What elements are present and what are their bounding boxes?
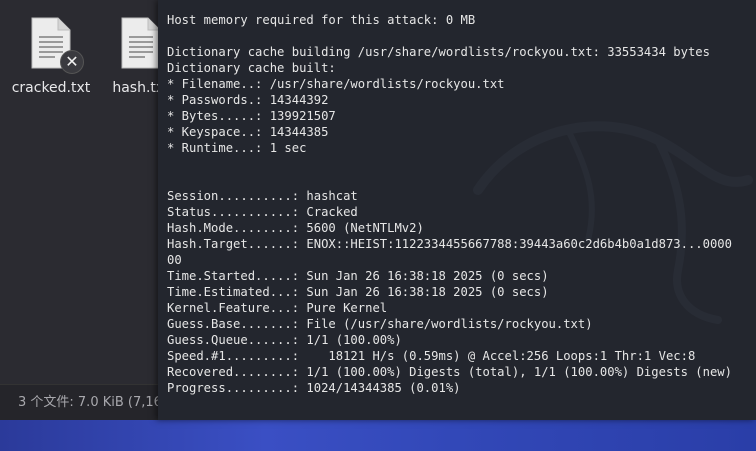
terminal-line: Hash.Mode........: 5600 (NetNTLMv2) (167, 221, 424, 235)
terminal-line: Guess.Base.......: File (/usr/share/word… (167, 317, 593, 331)
terminal-output: Host memory required for this attack: 0 … (167, 12, 756, 396)
file-name: cracked.txt (11, 80, 91, 96)
terminal-line: * Passwords.: 14344392 (167, 93, 329, 107)
desktop-wallpaper (0, 420, 756, 451)
file-item-cracked[interactable]: ✕ cracked.txt (6, 12, 96, 96)
file-manager-window: ✕ cracked.txt hash.txt 3 个文件: 7.0 KiB (7… (0, 0, 180, 420)
terminal-window[interactable]: Host memory required for this attack: 0 … (158, 0, 756, 420)
terminal-line: Dictionary cache built: (167, 61, 336, 75)
terminal-line: Status...........: Cracked (167, 205, 358, 219)
terminal-line: Session..........: hashcat (167, 189, 358, 203)
terminal-line: * Bytes.....: 139921507 (167, 109, 336, 123)
terminal-line: * Keyspace..: 14344385 (167, 125, 329, 139)
text-file-icon (120, 16, 162, 70)
status-bar: 3 个文件: 7.0 KiB (7,16 (0, 384, 180, 420)
terminal-line: Time.Started.....: Sun Jan 26 16:38:18 2… (167, 269, 549, 283)
terminal-line: Kernel.Feature...: Pure Kernel (167, 301, 388, 315)
terminal-line: Speed.#1.........: 18121 H/s (0.59ms) @ … (167, 349, 696, 363)
terminal-line: Recovered........: 1/1 (100.00%) Digests… (167, 365, 732, 379)
terminal-line: Hash.Target......: ENOX::HEIST:112233445… (167, 237, 732, 251)
terminal-line: Dictionary cache building /usr/share/wor… (167, 45, 710, 59)
terminal-line: Progress.........: 1024/14344385 (0.01%) (167, 381, 461, 395)
desktop: ✕ cracked.txt hash.txt 3 个文件: 7.0 KiB (7… (0, 0, 756, 451)
terminal-line: Time.Estimated...: Sun Jan 26 16:38:18 2… (167, 285, 549, 299)
terminal-line: Guess.Queue......: 1/1 (100.00%) (167, 333, 402, 347)
terminal-line: * Runtime...: 1 sec (167, 141, 307, 155)
terminal-line: * Filename..: /usr/share/wordlists/rocky… (167, 77, 505, 91)
terminal-line: 00 (167, 253, 182, 267)
unreadable-x-icon: ✕ (60, 50, 84, 74)
terminal-line: Host memory required for this attack: 0 … (167, 13, 476, 27)
text-file-icon: ✕ (30, 16, 84, 74)
